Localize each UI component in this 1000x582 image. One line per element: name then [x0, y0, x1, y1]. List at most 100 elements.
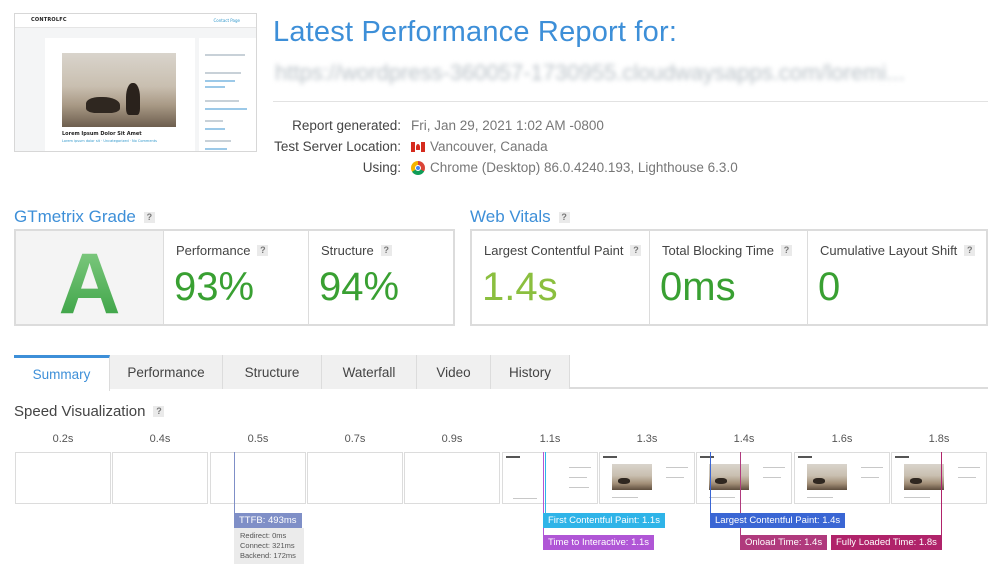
thumbnail-header: CONTROLFC Contact Page: [15, 14, 256, 28]
thumbnail-post-title: Lorem Ipsum Dolor Sit Amet: [62, 131, 142, 137]
tab-history[interactable]: History: [491, 355, 570, 389]
speed-visualization-heading: Speed Visualization ?: [14, 403, 165, 420]
onload-label: Onload Time: 1.4s: [740, 535, 828, 550]
filmstrip-frame[interactable]: [599, 452, 695, 504]
help-icon[interactable]: ?: [380, 245, 392, 256]
frame-time-label: 1.4s: [733, 433, 755, 445]
tab-performance[interactable]: Performance: [110, 355, 223, 389]
report-generated-label: Report generated:: [292, 118, 401, 133]
help-icon[interactable]: ?: [630, 245, 642, 256]
frame-time-label: 1.6s: [831, 433, 853, 445]
tab-waterfall[interactable]: Waterfall: [322, 355, 417, 389]
filmstrip-frame[interactable]: [210, 452, 306, 504]
using-label: Using:: [362, 160, 401, 175]
filmstrip-frame[interactable]: [502, 452, 598, 504]
grade-letter: A: [16, 235, 163, 334]
lcp-value: 1.4s: [482, 265, 558, 309]
lcp-label: Largest Contentful Paint: [484, 243, 624, 258]
lcp-metric: Largest Contentful Paint? 1.4s: [472, 231, 650, 324]
using-text: Chrome (Desktop) 86.0.4240.193, Lighthou…: [430, 160, 738, 175]
header-divider: [273, 101, 988, 102]
page-screenshot-thumbnail[interactable]: CONTROLFC Contact Page Lorem Ipsum Dolor…: [14, 13, 257, 152]
cls-value: 0: [818, 265, 841, 309]
ttfb-breakdown: Redirect: 0ms Connect: 321ms Backend: 17…: [234, 528, 304, 564]
ttfb-label: TTFB: 493ms: [234, 513, 302, 528]
server-location-text: Vancouver, Canada: [430, 139, 548, 154]
performance-label: Performance: [176, 243, 251, 258]
frame-time-label: 1.3s: [636, 433, 658, 445]
frame-time-label: 1.1s: [539, 433, 561, 445]
help-icon[interactable]: ?: [257, 245, 269, 256]
frame-time-label: 1.8s: [928, 433, 950, 445]
onload-marker-line: [740, 452, 741, 542]
report-url[interactable]: https://wordpress-360057-1730955.cloudwa…: [275, 60, 905, 86]
chrome-icon: [411, 160, 425, 175]
tab-summary[interactable]: Summary: [14, 355, 110, 391]
grade-box: A: [16, 231, 164, 332]
web-vitals-title: Web Vitals: [470, 207, 551, 226]
frame-time-label: 0.5s: [247, 433, 269, 445]
ttfb-marker-line: [234, 452, 235, 513]
using-value: Chrome (Desktop) 86.0.4240.193, Lighthou…: [411, 160, 738, 175]
fully-loaded-marker-line: [941, 452, 942, 542]
filmstrip-frame[interactable]: [307, 452, 403, 504]
speed-visualization-title: Speed Visualization: [14, 403, 146, 420]
structure-score: Structure? 94%: [309, 231, 453, 324]
thumbnail-post-meta: Lorem ipsum dolor sit · Uncategorized · …: [62, 139, 157, 143]
frame-time-label: 0.2s: [52, 433, 74, 445]
server-location-label: Test Server Location:: [274, 139, 401, 154]
report-generated-value: Fri, Jan 29, 2021 1:02 AM -0800: [411, 118, 604, 133]
performance-value: 93%: [174, 265, 255, 309]
cls-label: Cumulative Layout Shift: [820, 243, 958, 258]
ttfb-connect: Connect: 321ms: [240, 541, 295, 550]
tab-structure[interactable]: Structure: [223, 355, 322, 389]
report-title: Latest Performance Report for:: [273, 16, 678, 48]
thumbnail-photo-dog: [86, 97, 120, 113]
thumbnail-sidebar: [199, 38, 256, 151]
thumbnail-photo: [62, 53, 176, 127]
gtmetrix-grade-panel: A Performance? 93% Structure? 94%: [14, 229, 455, 332]
tbt-value: 0ms: [660, 265, 736, 309]
ttfb-backend: Backend: 172ms: [240, 551, 296, 560]
report-generated-text: Fri, Jan 29, 2021 1:02 AM -0800: [411, 118, 604, 133]
filmstrip-frame[interactable]: [404, 452, 500, 504]
report-tabs: Summary Performance Structure Waterfall …: [14, 355, 988, 391]
fcp-marker-line: [545, 452, 546, 513]
thumbnail-nav-link: Contact Page: [213, 18, 240, 23]
help-icon[interactable]: ?: [153, 406, 165, 417]
help-icon[interactable]: ?: [964, 245, 976, 256]
lcp-marker-line: [710, 452, 711, 513]
cls-metric: Cumulative Layout Shift? 0: [808, 231, 986, 324]
frame-time-label: 0.7s: [344, 433, 366, 445]
tbt-label: Total Blocking Time: [662, 243, 774, 258]
help-icon[interactable]: ?: [558, 211, 570, 223]
filmstrip-frame[interactable]: [891, 452, 987, 504]
thumbnail-photo-person: [126, 83, 140, 115]
gtmetrix-grade-title: GTmetrix Grade: [14, 207, 136, 226]
tti-marker-line: [543, 452, 544, 542]
canada-flag-icon: [411, 141, 425, 152]
thumbnail-main-content: Lorem Ipsum Dolor Sit Amet Lorem ipsum d…: [45, 38, 195, 151]
web-vitals-heading: Web Vitals ?: [470, 207, 570, 227]
gtmetrix-grade-heading: GTmetrix Grade ?: [14, 207, 155, 227]
ttfb-redirect: Redirect: 0ms: [240, 531, 287, 540]
lcp-event-label: Largest Contentful Paint: 1.4s: [710, 513, 846, 528]
structure-label: Structure: [321, 243, 374, 258]
fcp-label: First Contentful Paint: 1.1s: [543, 513, 665, 528]
tbt-metric: Total Blocking Time? 0ms: [650, 231, 808, 324]
thumbnail-logo: CONTROLFC: [31, 17, 67, 23]
performance-score: Performance? 93%: [164, 231, 309, 324]
help-icon[interactable]: ?: [143, 211, 155, 223]
filmstrip-frame[interactable]: [15, 452, 111, 504]
tab-video[interactable]: Video: [417, 355, 491, 389]
filmstrip-frame[interactable]: [112, 452, 208, 504]
fully-loaded-label: Fully Loaded Time: 1.8s: [831, 535, 942, 550]
structure-value: 94%: [319, 265, 400, 309]
frame-time-label: 0.9s: [441, 433, 463, 445]
server-location-value: Vancouver, Canada: [411, 139, 548, 154]
help-icon[interactable]: ?: [781, 245, 792, 256]
filmstrip-frame[interactable]: [794, 452, 890, 504]
tti-label: Time to Interactive: 1.1s: [543, 535, 655, 550]
web-vitals-panel: Largest Contentful Paint? 1.4s Total Blo…: [470, 229, 988, 326]
frame-time-label: 0.4s: [149, 433, 171, 445]
